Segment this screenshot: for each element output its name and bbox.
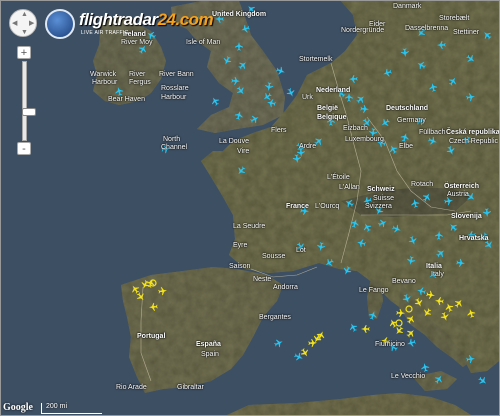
place-label-la-seudre: La Seudre <box>233 223 266 230</box>
pan-control-icon[interactable]: ▲ ▼ ◀ ▶ <box>9 9 37 37</box>
place-label-portugal: Portugal <box>137 333 166 340</box>
place-label-nordergrunde: Nordergründe <box>341 27 385 34</box>
place-label-nederland: Nederland <box>316 87 351 94</box>
logo-wordmark: flightradar24.com <box>79 10 214 30</box>
place-label-svizzera: Svizzera <box>365 203 392 210</box>
pan-down-icon[interactable]: ▼ <box>21 29 28 36</box>
place-label-sousse: Sousse <box>262 253 286 260</box>
zoom-slider-thumb[interactable] <box>22 108 36 116</box>
place-label-neste: Neste <box>253 276 272 283</box>
place-label-belgie: België <box>317 105 339 112</box>
place-label-germany: Germany <box>397 117 426 124</box>
place-label-harbour2: Harbour <box>161 94 187 101</box>
zoom-control[interactable]: + - <box>17 46 36 156</box>
place-label-bergantes: Bergantes <box>259 314 291 321</box>
place-label-rotach: Rotach <box>411 181 434 188</box>
place-label-la-douve: La Douve <box>219 138 249 145</box>
place-label-isle-of-man: Isle of Man <box>186 39 221 46</box>
pan-left-icon[interactable]: ◀ <box>12 20 17 27</box>
place-label-osterreich: Österreich <box>444 183 480 190</box>
place-label-ardre: Ardre <box>299 143 317 150</box>
place-label-luxembourg: Luxembourg <box>345 136 384 143</box>
place-label-italy: Italy <box>431 271 444 278</box>
place-label-le-vecchio: Le Vecchio <box>391 373 426 380</box>
place-label-elbe: Elbe <box>399 143 414 150</box>
place-label-fergus: Fergus <box>129 79 151 86</box>
map-canvas[interactable] <box>1 1 499 415</box>
place-label-harbour: Harbour <box>92 79 118 86</box>
place-label-warwick-harbour: Warwick <box>90 71 117 78</box>
place-label-schweiz: Schweiz <box>367 186 395 193</box>
place-label-espana: España <box>196 341 221 348</box>
logo-domain: 24.com <box>157 10 214 29</box>
place-label-united-kingdom: United Kingdom <box>212 11 267 18</box>
place-label-suisse: Suisse <box>373 195 395 202</box>
zoom-slider-track[interactable] <box>22 61 36 141</box>
scale-label: 200 mi <box>46 403 68 410</box>
place-label-le-fango: Le Fango <box>359 287 389 294</box>
place-label-italia: Italia <box>426 263 442 270</box>
place-label-gibraltar: Gibraltar <box>177 384 204 391</box>
place-label-lot: Lot <box>296 247 306 254</box>
place-label-dasselbrenna: Dasselbrenna <box>405 25 449 32</box>
place-label-slovenija: Slovenija <box>451 213 482 220</box>
zoom-out-button[interactable]: - <box>17 142 31 155</box>
place-label-stettiner: Stettiner <box>453 29 480 36</box>
place-label-czech: Czech Republic <box>449 138 499 145</box>
pan-right-icon[interactable]: ▶ <box>29 20 34 27</box>
place-label-fullbach: Füllbach <box>419 129 446 136</box>
place-label-urk: Urk <box>302 94 313 101</box>
scale-bar: 200 mi <box>41 403 102 414</box>
pan-up-icon[interactable]: ▲ <box>21 11 28 18</box>
place-label-lourcq: L'Ourcq <box>315 203 340 210</box>
place-label-bevano: Bevano <box>392 278 416 285</box>
place-label-north-channel: North <box>163 136 181 143</box>
place-label-storebaelt: Storebælt <box>439 15 470 22</box>
place-label-eyre: Eyre <box>233 242 248 249</box>
place-label-austria: Austria <box>447 191 469 198</box>
place-label-deutschland: Deutschland <box>386 105 429 112</box>
place-label-saison: Saison <box>229 263 251 270</box>
place-label-channel: Channel <box>161 144 188 151</box>
place-label-denmark: Danmark <box>393 3 422 10</box>
place-label-lallan: L'Allan <box>339 184 360 191</box>
place-label-vire: Vire <box>237 148 250 155</box>
place-label-andorra: Andorra <box>273 284 298 291</box>
place-label-spain: Spain <box>201 351 219 358</box>
place-label-rio-arade: Rio Arade <box>116 384 147 391</box>
zoom-in-button[interactable]: + <box>17 46 31 59</box>
map-viewport[interactable]: United Kingdom Ireland Isle of Man River Mo… <box>0 0 500 416</box>
place-label-bear-haven: Bear Haven <box>108 96 145 103</box>
logo-text: flightradar <box>79 10 158 29</box>
place-label-loire: L'Étoile <box>327 174 350 181</box>
radar-globe-icon <box>45 9 75 39</box>
google-attribution[interactable]: Google <box>3 402 33 413</box>
place-label-ceska: Česká republika <box>446 129 500 136</box>
place-label-hrvatska: Hrvatska <box>459 235 489 242</box>
place-label-eizbach: Eizbach <box>343 125 368 132</box>
place-label-rosslare-harbour: Rosslare <box>161 85 189 92</box>
place-label-belgique: Belgique <box>317 114 347 121</box>
place-label-fiumicino: Fiumicino <box>375 341 405 348</box>
place-label-flers: Flers <box>271 127 287 134</box>
logo-tagline: LIVE AIR TRAFFIC <box>81 30 129 36</box>
place-label-river: River <box>129 71 146 78</box>
place-label-france: France <box>286 203 309 210</box>
place-label-stortemelk: Stortemelk <box>299 56 333 63</box>
place-label-river-bann: River Bann <box>159 71 194 78</box>
